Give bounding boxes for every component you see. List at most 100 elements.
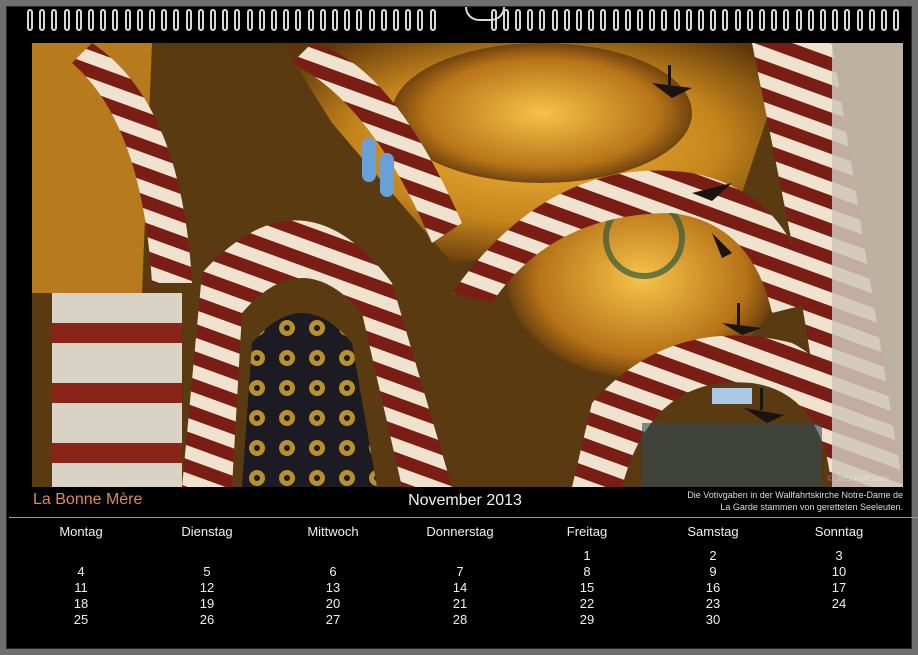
date-cell <box>779 612 899 628</box>
binding-ring <box>51 9 58 31</box>
binding-ring <box>576 9 582 31</box>
date-cell: 1 <box>583 548 591 563</box>
month-title: November 2013 <box>408 492 522 509</box>
binding-ring <box>197 9 204 31</box>
day-column: Sonntag 3 10 17 24 <box>779 524 899 628</box>
binding-ring <box>295 9 302 31</box>
caption-line-2: La Garde stammen von geretteten Seeleute… <box>720 502 903 512</box>
photo-watermark: © Jens Hoffmann <box>827 474 889 483</box>
binding-ring <box>820 9 826 31</box>
binding-ring <box>563 9 570 31</box>
date-cell <box>273 548 393 564</box>
binding-ring <box>673 9 680 31</box>
weekday-label: Mittwoch <box>307 524 359 539</box>
binding-ring <box>307 9 314 31</box>
weekday-label: Montag <box>59 524 103 539</box>
binding-ring <box>588 9 595 31</box>
weekday-label: Dienstag <box>181 524 233 539</box>
date-cell: 9 <box>709 564 717 579</box>
date-cell: 29 <box>579 612 595 627</box>
binding-ring <box>332 9 338 31</box>
binding-ring <box>661 9 668 31</box>
weekday-label: Sonntag <box>814 524 864 539</box>
binding-ring <box>490 9 497 31</box>
binding-ring <box>515 9 521 31</box>
binding-ring <box>710 9 717 31</box>
binding-ring <box>868 9 875 31</box>
binding-ring <box>759 9 765 31</box>
day-column: Montag 4 11 18 25 <box>21 524 141 628</box>
binding-ring <box>734 9 741 31</box>
date-cell: 21 <box>452 596 468 611</box>
binding-ring <box>832 9 839 31</box>
binding-ring <box>75 9 82 31</box>
binding-ring <box>856 9 863 31</box>
weekday-label: Donnerstag <box>426 524 494 539</box>
binding-ring <box>551 9 558 31</box>
binding-ring <box>283 9 290 31</box>
binding-ring <box>368 9 375 31</box>
date-cell: 27 <box>325 612 341 627</box>
caption-line-1: Die Votivgaben in der Wallfahrtskirche N… <box>687 490 903 500</box>
binding-ring <box>27 9 33 31</box>
binding-ring <box>344 9 351 31</box>
binding-ring <box>417 9 424 31</box>
binding-ring <box>246 9 253 31</box>
binding-ring <box>502 9 509 31</box>
binding-ring <box>539 9 546 31</box>
binding-ring <box>124 9 131 31</box>
binding-ring <box>685 9 692 31</box>
binding-ring <box>234 9 241 31</box>
date-cell: 11 <box>74 580 88 595</box>
day-column: Freitag 1 8 15 22 29 <box>527 524 647 628</box>
binding-ring <box>271 9 277 31</box>
binding-ring <box>612 9 619 31</box>
date-cell: 5 <box>203 564 211 579</box>
binding-ring <box>210 9 216 31</box>
binding-ring <box>783 9 790 31</box>
binding-ring <box>380 9 387 31</box>
divider-line <box>9 517 918 518</box>
binding-ring <box>63 9 70 31</box>
date-cell: 4 <box>77 564 85 579</box>
date-cell: 26 <box>199 612 215 627</box>
binding-ring <box>136 9 143 31</box>
date-cell: 3 <box>835 548 843 563</box>
date-cell: 13 <box>325 580 341 595</box>
binding-ring <box>600 9 607 31</box>
cathedral-photo: © Jens Hoffmann <box>32 43 903 487</box>
binding-ring <box>39 9 46 31</box>
date-cell: 15 <box>579 580 595 595</box>
binding-ring <box>100 9 107 31</box>
binding-ring <box>746 9 753 31</box>
date-cell: 25 <box>73 612 89 627</box>
binding-ring <box>88 9 94 31</box>
weekday-label: Samstag <box>687 524 739 539</box>
photo-illustration <box>32 43 903 487</box>
date-cell: 18 <box>73 596 89 611</box>
date-cell <box>147 548 267 564</box>
binding-ring <box>393 9 399 31</box>
date-cell: 28 <box>452 612 468 627</box>
date-cell: 16 <box>705 580 721 595</box>
date-cell: 20 <box>325 596 341 611</box>
date-cell: 10 <box>831 564 847 579</box>
day-column: Samstag 2 9 16 23 30 <box>653 524 773 628</box>
hanger-loop <box>465 7 505 21</box>
date-cell: 30 <box>705 612 721 627</box>
binding-ring <box>527 9 534 31</box>
date-cell: 24 <box>831 596 847 611</box>
binding-ring <box>112 9 119 31</box>
date-cell: 12 <box>199 580 215 595</box>
day-column: Mittwoch 6 13 20 27 <box>273 524 393 628</box>
date-cell: 14 <box>452 580 468 595</box>
binding-ring <box>258 9 265 31</box>
date-cell: 8 <box>583 564 591 579</box>
binding-ring <box>429 9 436 31</box>
binding-ring <box>637 9 643 31</box>
binding-ring <box>771 9 778 31</box>
binding-ring <box>795 9 802 31</box>
binding-ring <box>624 9 631 31</box>
binding-ring <box>185 9 192 31</box>
binding-ring <box>722 9 729 31</box>
